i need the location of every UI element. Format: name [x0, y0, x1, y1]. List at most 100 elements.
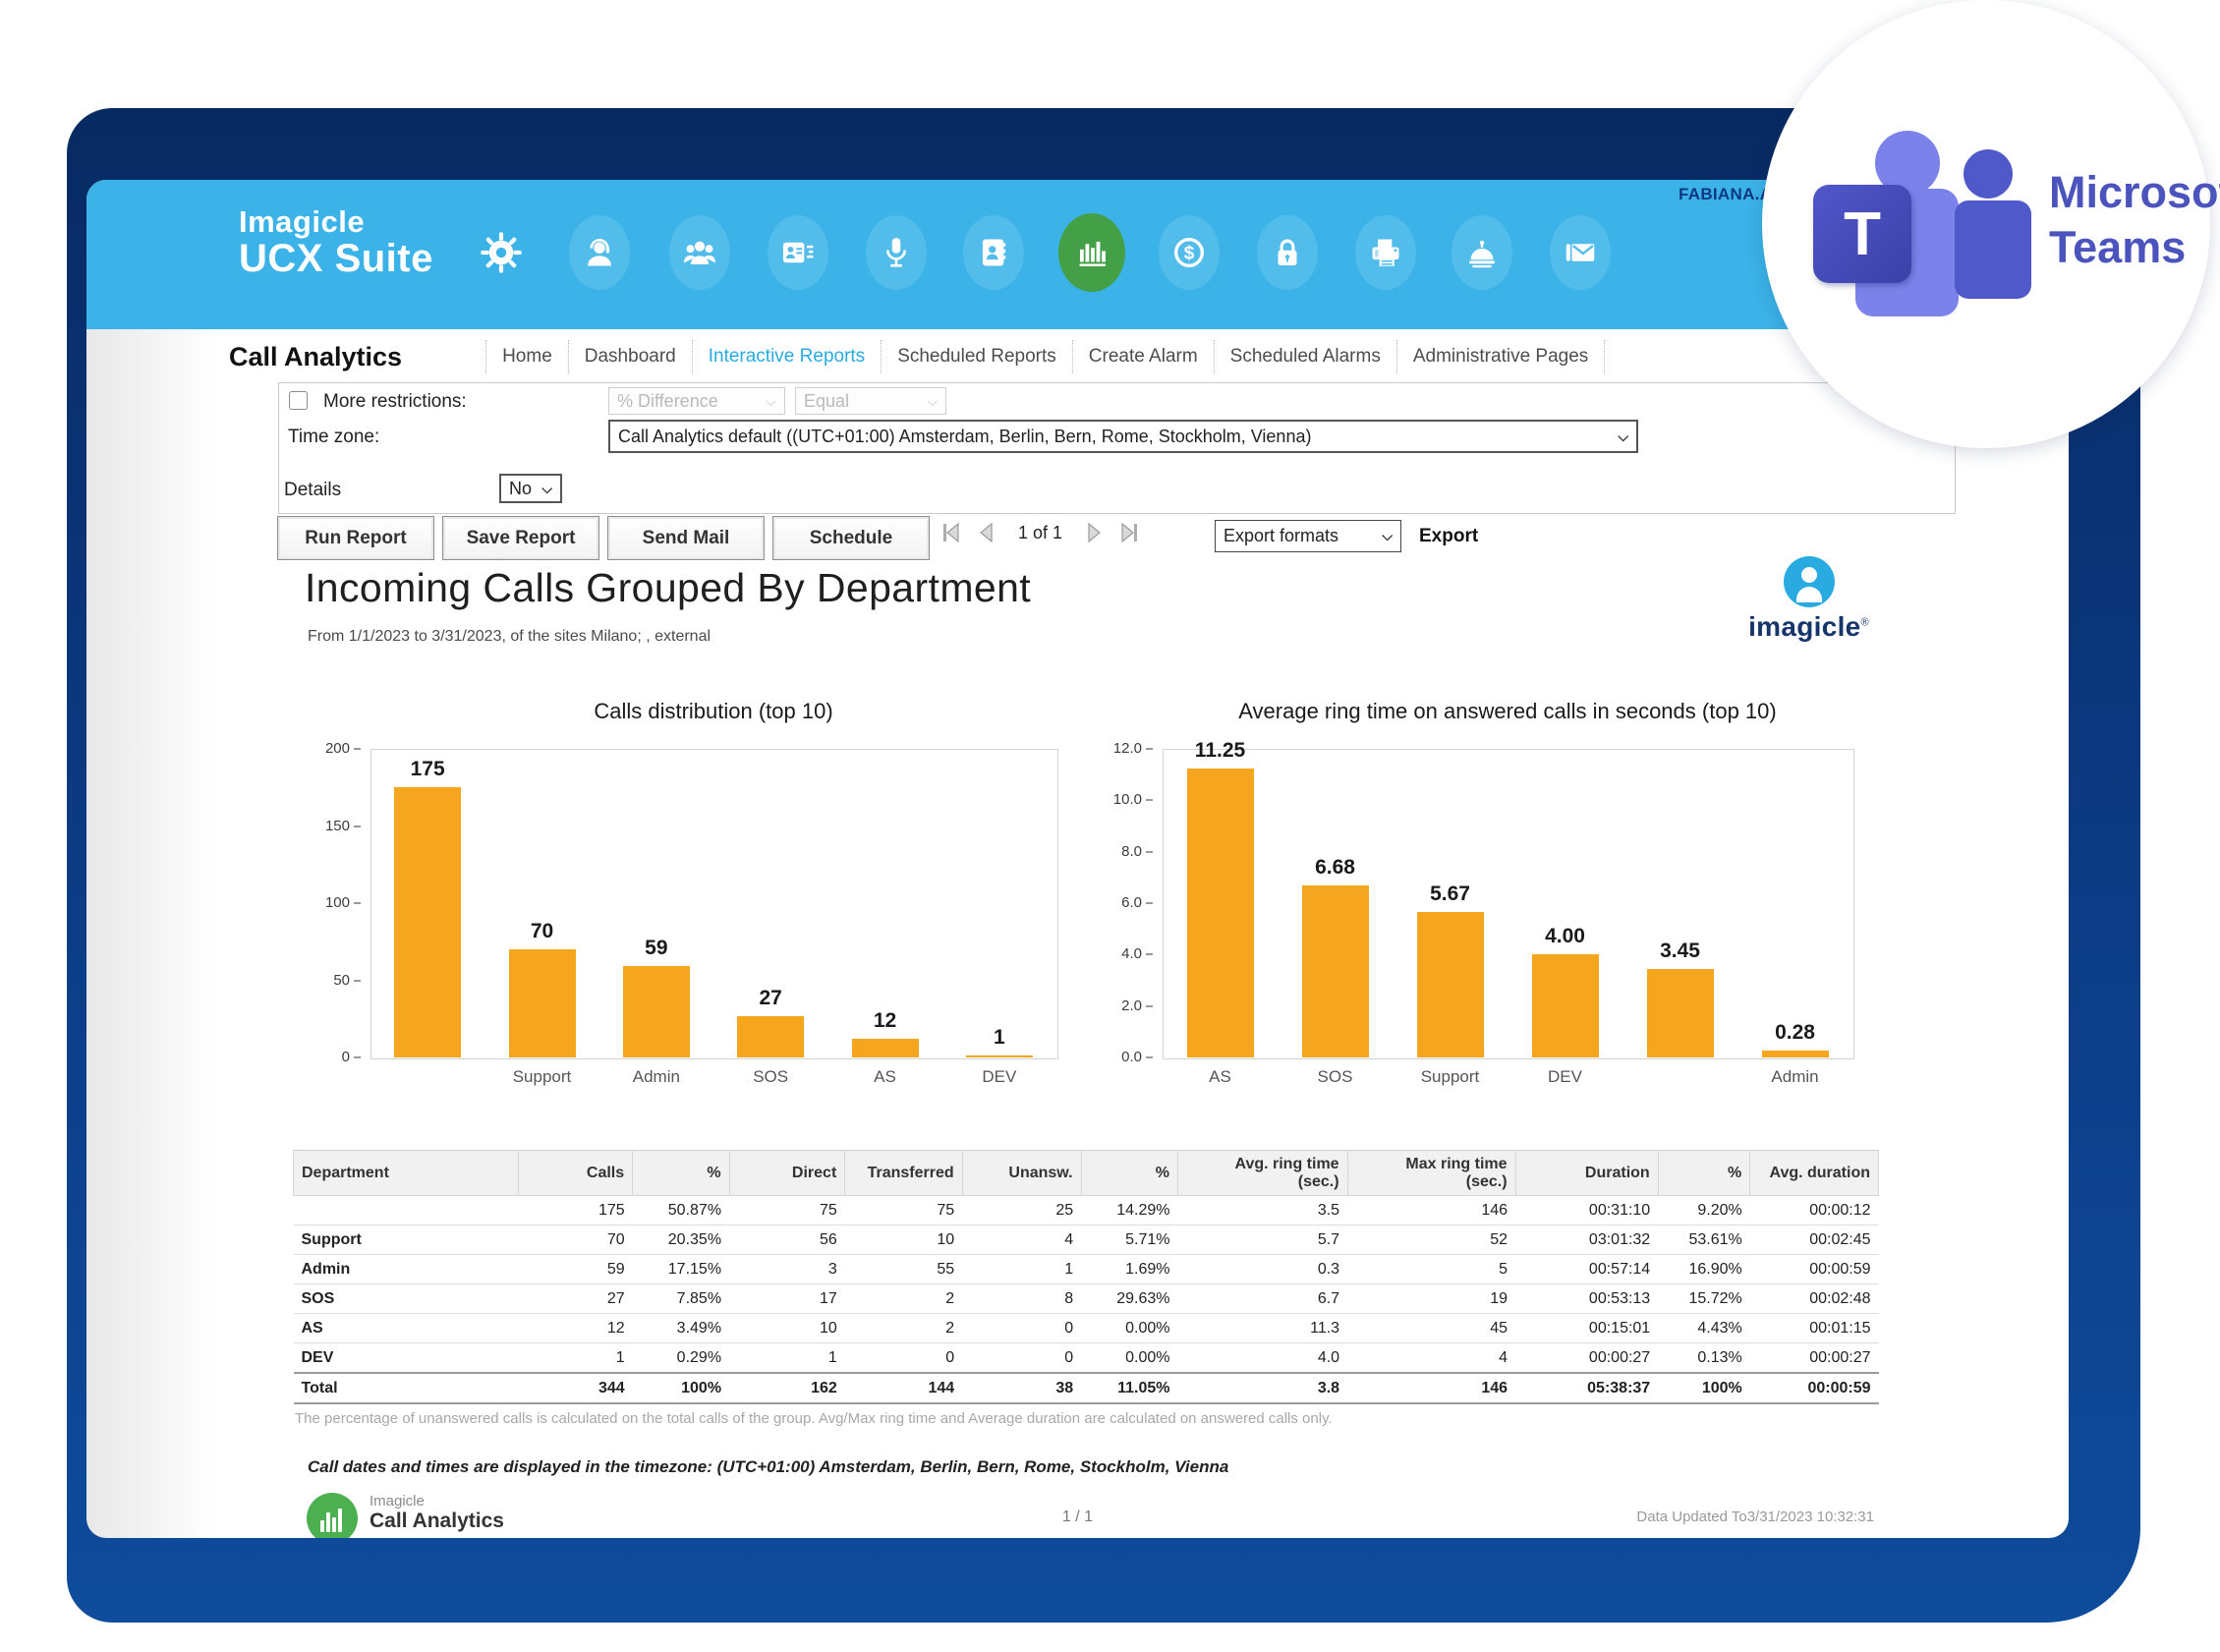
microphone-icon[interactable] — [866, 215, 927, 290]
chevron-down-icon: ⌵ — [766, 393, 776, 410]
table-cell: 14.29% — [1081, 1196, 1177, 1225]
x-axis-category-label: DEV — [940, 1067, 1058, 1087]
more-restrictions-checkbox[interactable] — [289, 391, 308, 410]
column-header: Avg. ring time (sec.) — [1178, 1151, 1348, 1196]
save-report-button[interactable]: Save Report — [442, 516, 599, 560]
table-cell: 00:01:15 — [1750, 1314, 1879, 1343]
y-axis-tick: 0 — [310, 1049, 361, 1065]
export-label[interactable]: Export — [1419, 526, 1478, 547]
bar-DEV — [1532, 954, 1599, 1057]
tab-create-alarm[interactable]: Create Alarm — [1072, 340, 1214, 373]
column-header: Department — [294, 1151, 519, 1196]
mail-icon[interactable] — [1550, 215, 1611, 290]
table-cell: 00:53:13 — [1515, 1284, 1658, 1314]
billing-icon[interactable]: $ — [1159, 215, 1220, 290]
table-cell: 03:01:32 — [1515, 1225, 1658, 1255]
details-select-value: No — [509, 479, 532, 499]
pagination: 1 of 1 — [939, 522, 1141, 543]
table-cell: 3.8 — [1178, 1373, 1348, 1403]
prev-page-icon[interactable] — [977, 522, 995, 543]
bar-value-label: 6.68 — [1286, 856, 1385, 880]
table-cell: 162 — [729, 1373, 845, 1403]
table-cell: 00:02:45 — [1750, 1225, 1879, 1255]
table-cell: Total — [294, 1373, 519, 1403]
table-cell: 10 — [845, 1225, 962, 1255]
table-cell: 56 — [729, 1225, 845, 1255]
logged-user-label: FABIANA.A — [1679, 185, 1772, 204]
hotel-bell-icon[interactable] — [1452, 215, 1512, 290]
imagicle-brand: imagicle® — [1737, 556, 1880, 643]
schedule-button[interactable]: Schedule — [772, 516, 930, 560]
first-page-icon[interactable] — [939, 522, 963, 543]
table-cell: 100% — [1658, 1373, 1750, 1403]
table-cell: 0.13% — [1658, 1343, 1750, 1374]
x-axis-category-label: SOS — [1277, 1067, 1395, 1087]
teams-person-small-icon — [1964, 149, 2013, 199]
bar-value-label: 3.45 — [1631, 940, 1730, 963]
table-cell: 75 — [729, 1196, 845, 1225]
table-cell: 00:31:10 — [1515, 1196, 1658, 1225]
table-cell: 15.72% — [1658, 1284, 1750, 1314]
address-book-icon[interactable] — [963, 215, 1024, 290]
y-axis-tick: 0.0 — [1102, 1049, 1153, 1065]
people-icon[interactable] — [669, 215, 730, 290]
export-formats-select[interactable]: Export formats⌵ — [1215, 520, 1401, 552]
tab-scheduled-reports[interactable]: Scheduled Reports — [881, 340, 1072, 373]
table-cell: 20.35% — [633, 1225, 729, 1255]
tab-scheduled-alarms[interactable]: Scheduled Alarms — [1214, 340, 1396, 373]
table-cell: 19 — [1347, 1284, 1515, 1314]
fax-icon[interactable] — [1355, 215, 1416, 290]
bar-AS — [1187, 769, 1254, 1057]
table-cell: 4 — [1347, 1343, 1515, 1374]
agent-icon[interactable] — [569, 215, 630, 290]
bar-SOS — [1302, 885, 1369, 1057]
column-header: Direct — [729, 1151, 845, 1196]
bar-AS — [852, 1039, 919, 1057]
table-cell: 2 — [845, 1314, 962, 1343]
table-cell: 11.05% — [1081, 1373, 1177, 1403]
table-cell: 12 — [519, 1314, 633, 1343]
timezone-select[interactable]: Call Analytics default ((UTC+01:00) Amst… — [608, 420, 1638, 453]
y-axis-tick: 50 — [310, 972, 361, 989]
footer-brand-small: Imagicle — [370, 1493, 504, 1510]
bar-value-label: 4.00 — [1516, 925, 1615, 948]
contact-card-icon[interactable] — [768, 215, 828, 290]
tab-administrative-pages[interactable]: Administrative Pages — [1396, 340, 1605, 373]
column-header: % — [1658, 1151, 1750, 1196]
gear-icon[interactable] — [471, 215, 532, 290]
table-row: 17550.87%75752514.29%3.514600:31:109.20%… — [294, 1196, 1879, 1225]
report-subtitle: From 1/1/2023 to 3/31/2023, of the sites… — [308, 628, 711, 646]
bar-Admin — [623, 966, 690, 1057]
table-cell: 8 — [962, 1284, 1081, 1314]
filter-panel: More restrictions: % Difference⌵ Equal⌵ … — [278, 382, 1956, 514]
suite-logo-line1: Imagicle — [239, 205, 433, 238]
table-cell: AS — [294, 1314, 519, 1343]
lock-icon[interactable] — [1257, 215, 1318, 290]
table-cell: 0 — [962, 1343, 1081, 1374]
app-window: Imagicle UCX Suite $ FABIANA.A Call Anal… — [86, 180, 2069, 1538]
tab-home[interactable]: Home — [485, 340, 568, 373]
chevron-down-icon: ⌵ — [1382, 528, 1393, 544]
bar-value-label: 0.28 — [1746, 1021, 1845, 1045]
tab-interactive-reports[interactable]: Interactive Reports — [692, 340, 881, 373]
tab-dashboard[interactable]: Dashboard — [568, 340, 692, 373]
table-cell: 10 — [729, 1314, 845, 1343]
last-page-icon[interactable] — [1117, 522, 1141, 543]
table-cell: 75 — [845, 1196, 962, 1225]
send-mail-button[interactable]: Send Mail — [607, 516, 765, 560]
table-cell: 144 — [845, 1373, 962, 1403]
chevron-down-icon: ⌵ — [541, 481, 552, 497]
table-cell: 146 — [1347, 1196, 1515, 1225]
nav-row: Call Analytics HomeDashboardInteractive … — [86, 329, 2069, 384]
analytics-icon[interactable] — [1058, 213, 1125, 292]
table-cell: 55 — [845, 1255, 962, 1284]
table-cell: 1 — [962, 1255, 1081, 1284]
run-report-button[interactable]: Run Report — [277, 516, 434, 560]
details-select[interactable]: No ⌵ — [499, 474, 562, 503]
bar-value-label: 1 — [950, 1026, 1049, 1050]
column-header: Avg. duration — [1750, 1151, 1879, 1196]
table-cell: 00:57:14 — [1515, 1255, 1658, 1284]
next-page-icon[interactable] — [1086, 522, 1104, 543]
column-header: Calls — [519, 1151, 633, 1196]
bar-value-label: 59 — [607, 937, 706, 960]
